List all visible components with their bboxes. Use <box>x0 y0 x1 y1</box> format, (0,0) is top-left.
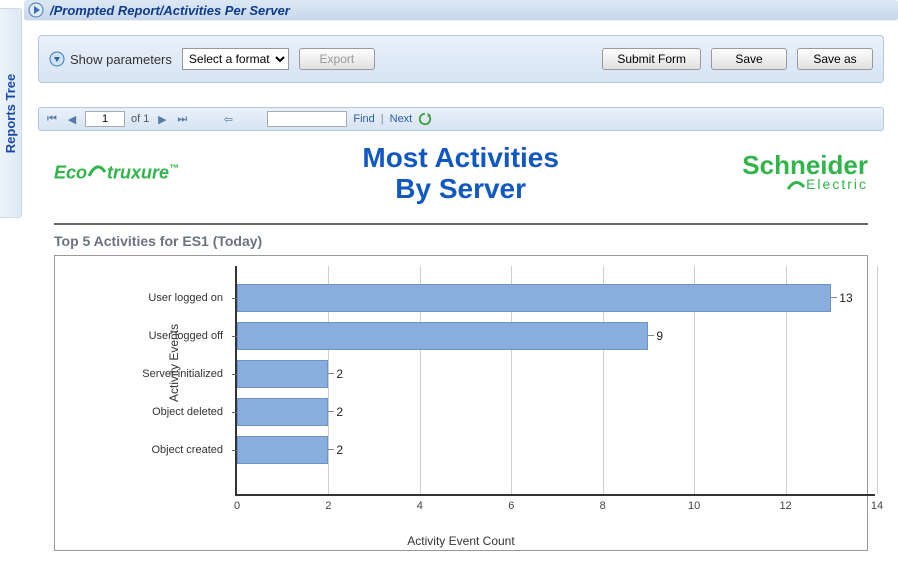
sidebar-panel-handle[interactable]: Reports Tree <box>0 8 22 218</box>
parameters-bar: Show parameters Select a format Export S… <box>38 35 884 83</box>
category-label: Server initialized <box>142 368 223 380</box>
x-axis-label: Activity Event Count <box>55 534 867 548</box>
sidebar-label: Reports Tree <box>3 73 18 152</box>
bar <box>237 322 648 350</box>
separator: | <box>381 113 384 125</box>
bar-leader <box>328 449 334 450</box>
save-as-button[interactable]: Save as <box>797 48 873 70</box>
report-title: Most Activities By Server <box>362 143 559 205</box>
x-tick-label: 6 <box>508 500 514 512</box>
export-button[interactable]: Export <box>299 48 375 70</box>
next-link[interactable]: Next <box>390 113 413 125</box>
schneider-logo: Schneider Electric <box>742 155 868 193</box>
back-icon[interactable]: ⇦ <box>221 112 235 126</box>
breadcrumb-bar: /Prompted Report/Activities Per Server <box>24 0 898 21</box>
expand-circle-icon <box>49 51 65 67</box>
bar-value-label: 9 <box>656 329 663 343</box>
show-parameters-toggle[interactable]: Show parameters <box>49 51 172 67</box>
submit-form-button[interactable]: Submit Form <box>602 48 701 70</box>
next-page-icon[interactable]: ▶ <box>155 112 169 126</box>
bar-value-label: 13 <box>839 291 852 305</box>
bar-row: 2 <box>237 360 343 388</box>
grid-line <box>877 266 878 494</box>
x-tick-label: 0 <box>234 500 240 512</box>
bar-leader <box>328 411 334 412</box>
x-tick-label: 12 <box>779 500 791 512</box>
bar-row: 2 <box>237 436 343 464</box>
x-tick-label: 4 <box>417 500 423 512</box>
bar-row: 13 <box>237 284 853 312</box>
category-label: User logged on <box>148 292 223 304</box>
format-select[interactable]: Select a format <box>182 48 289 70</box>
category-label: Object created <box>151 444 223 456</box>
bar <box>237 398 328 426</box>
x-tick-label: 2 <box>325 500 331 512</box>
page-number-input[interactable] <box>85 111 125 127</box>
report-nav-bar: ⏮ ◀ of 1 ▶ ⏭ ⇦ Find | Next <box>38 107 884 131</box>
bar-value-label: 2 <box>336 405 343 419</box>
category-label: User logged off <box>149 330 223 342</box>
show-parameters-label: Show parameters <box>70 52 172 67</box>
save-button[interactable]: Save <box>711 48 787 70</box>
find-link[interactable]: Find <box>353 113 374 125</box>
plot-area: 02468101214139222 <box>235 266 875 496</box>
prev-page-icon[interactable]: ◀ <box>65 112 79 126</box>
x-tick-label: 10 <box>688 500 700 512</box>
bar-value-label: 2 <box>336 443 343 457</box>
bar <box>237 284 831 312</box>
chart-container: Activity Events 02468101214139222 Activi… <box>54 255 868 551</box>
chart-section: Top 5 Activities for ES1 (Today) Activit… <box>54 233 868 551</box>
bar <box>237 436 328 464</box>
bar-leader <box>648 335 654 336</box>
category-label: Object deleted <box>152 406 223 418</box>
x-tick-label: 14 <box>871 500 883 512</box>
x-tick-label: 8 <box>600 500 606 512</box>
report-header: Ecotruxure™ Most Activities By Server Sc… <box>54 143 868 225</box>
last-page-icon[interactable]: ⏭ <box>175 112 189 126</box>
first-page-icon[interactable]: ⏮ <box>45 112 59 126</box>
bar <box>237 360 328 388</box>
bar-leader <box>831 297 837 298</box>
find-input[interactable] <box>267 111 347 127</box>
chart-title: Top 5 Activities for ES1 (Today) <box>54 233 868 249</box>
page-total-label: of 1 <box>131 113 149 125</box>
play-circle-icon[interactable] <box>28 2 44 18</box>
refresh-icon[interactable] <box>418 112 432 126</box>
bar-value-label: 2 <box>336 367 343 381</box>
ecostruxure-logo: Ecotruxure™ <box>54 162 179 185</box>
breadcrumb: /Prompted Report/Activities Per Server <box>50 3 290 18</box>
bar-leader <box>328 373 334 374</box>
bar-row: 9 <box>237 322 663 350</box>
bar-row: 2 <box>237 398 343 426</box>
